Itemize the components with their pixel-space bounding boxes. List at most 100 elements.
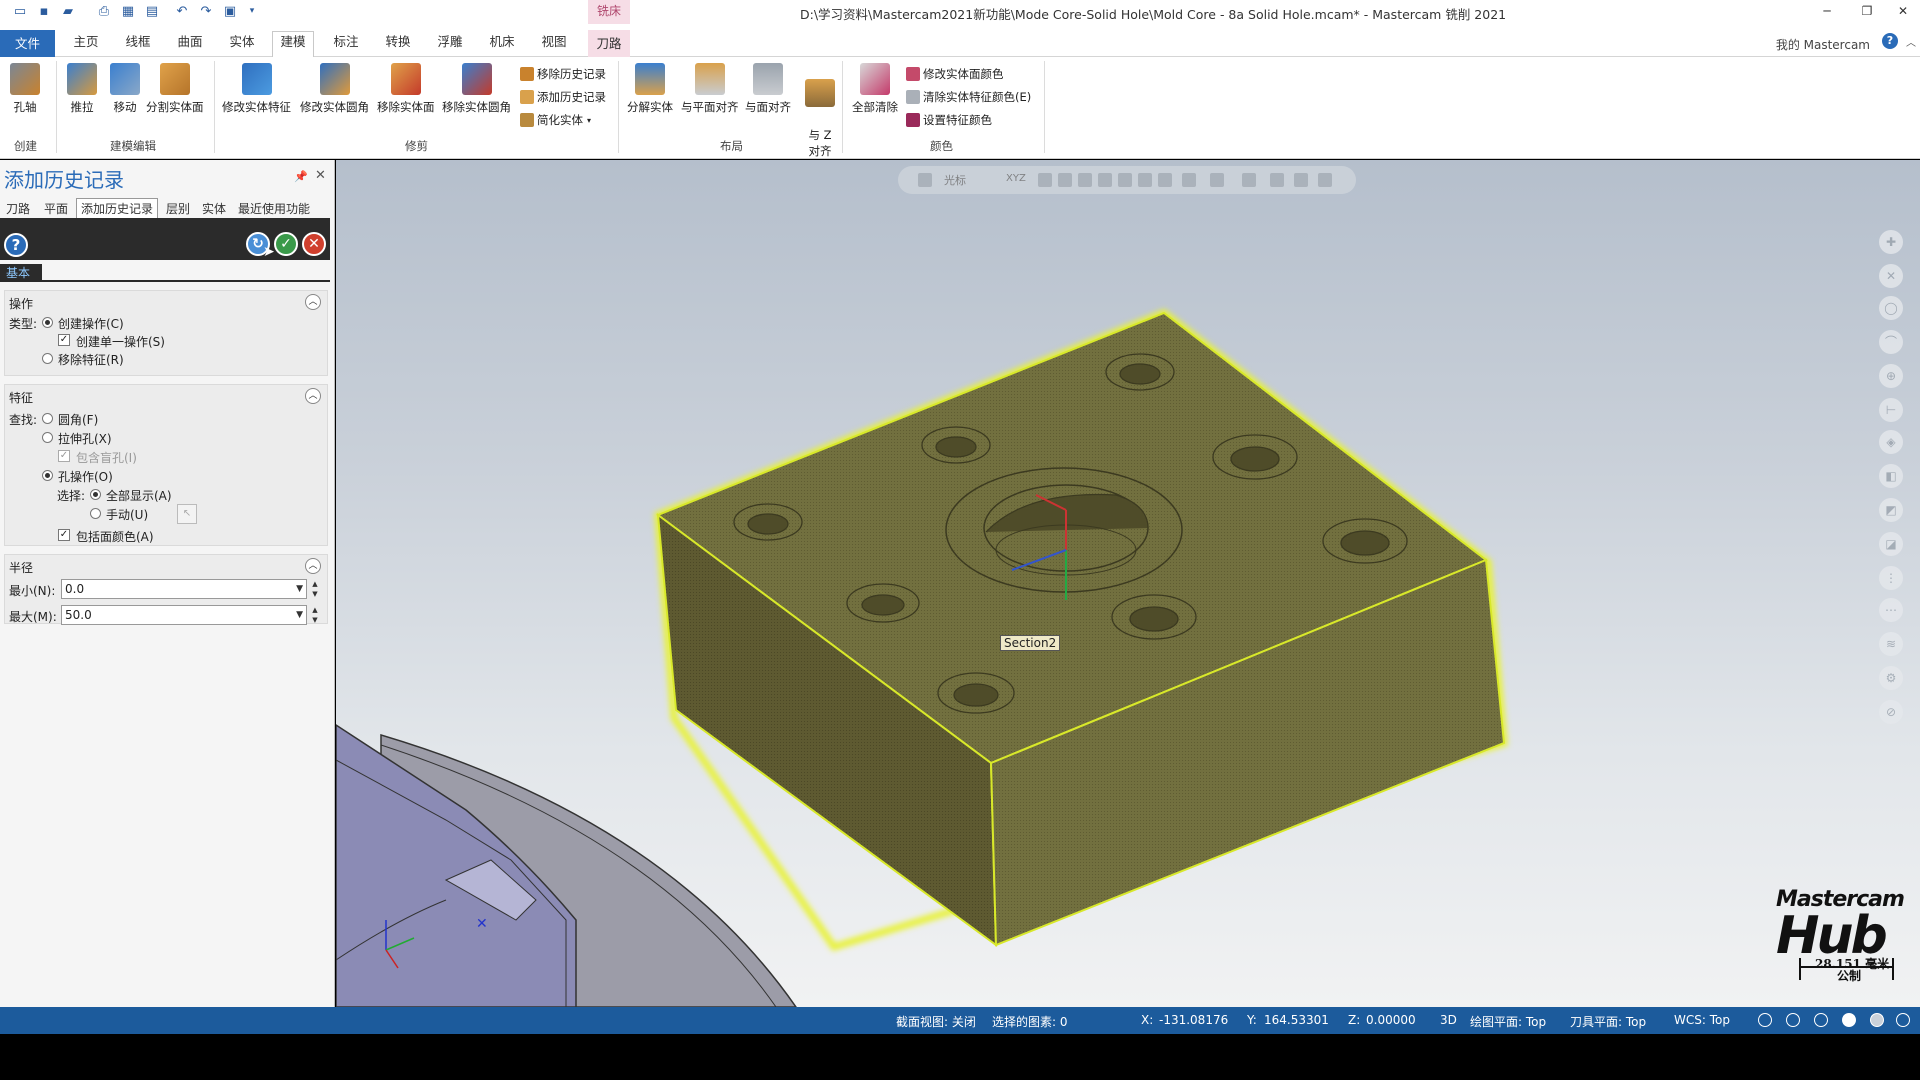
save-icon[interactable]: ▪: [36, 3, 52, 19]
tab-annotate[interactable]: 标注: [330, 32, 362, 57]
max-radius-stepper[interactable]: ▲ ▼: [309, 605, 321, 625]
add-history-button[interactable]: 添加历史记录: [520, 89, 606, 105]
select-face-icon[interactable]: [1158, 173, 1172, 187]
chevron-down-icon[interactable]: ▼: [296, 606, 303, 624]
layers-icon[interactable]: ◩: [1879, 498, 1903, 522]
wireframe-sphere-icon[interactable]: [1814, 1013, 1828, 1027]
manager-tab-toolpaths[interactable]: 刀路: [6, 200, 30, 217]
tab-wireframe[interactable]: 线框: [122, 32, 154, 57]
panel-help-icon[interactable]: ?: [4, 233, 28, 257]
show-all-radio[interactable]: [90, 489, 101, 500]
zoom-in-icon[interactable]: ✚: [1879, 230, 1903, 254]
extrude-hole-radio[interactable]: [42, 432, 53, 443]
tab-emboss[interactable]: 浮雕: [434, 32, 466, 57]
stop-icon[interactable]: ⊘: [1879, 700, 1903, 724]
print-icon[interactable]: ⎙: [96, 3, 112, 19]
pin-icon[interactable]: 📌: [294, 170, 308, 183]
remove-feature-radio[interactable]: [42, 353, 53, 364]
close-window-icon[interactable]: ✕: [1888, 2, 1918, 22]
modify-feature-button[interactable]: 修改实体特征: [222, 63, 291, 115]
manual-radio[interactable]: [90, 508, 101, 519]
tab-solids[interactable]: 实体: [226, 32, 258, 57]
dimension-icon[interactable]: ⊢: [1879, 398, 1903, 422]
select-arrow-icon[interactable]: [1058, 173, 1072, 187]
tab-toolpaths[interactable]: 刀路: [588, 30, 630, 57]
simplify-solid-button[interactable]: 简化实体 ▾: [520, 112, 591, 128]
align-face-button[interactable]: 与面对齐: [745, 63, 791, 115]
analyze-icon[interactable]: ⋯: [1879, 598, 1903, 622]
mode-3d-toggle[interactable]: 3D: [1440, 1013, 1457, 1027]
minimize-icon[interactable]: ─: [1812, 2, 1842, 22]
min-radius-stepper[interactable]: ▲ ▼: [309, 579, 321, 599]
refresh-icon[interactable]: [1294, 173, 1308, 187]
undo-view-icon[interactable]: [1318, 173, 1332, 187]
tab-home[interactable]: 主页: [70, 32, 102, 57]
cancel-icon[interactable]: ✕: [302, 232, 326, 256]
save-as-icon[interactable]: ▦: [120, 3, 136, 19]
create-op-radio[interactable]: [42, 317, 53, 328]
collapse-section-icon[interactable]: ︿: [305, 558, 321, 574]
remove-face-button[interactable]: 移除实体面: [377, 63, 435, 115]
grid-select-icon[interactable]: [1210, 173, 1224, 187]
settings-icon[interactable]: ⚙: [1879, 666, 1903, 690]
cplane-status[interactable]: 绘图平面: Top: [1470, 1013, 1546, 1030]
snap-icon[interactable]: [1038, 173, 1052, 187]
tab-model[interactable]: 建模: [272, 31, 314, 57]
view-cube-icon[interactable]: ⊕: [1879, 364, 1903, 388]
translucent-sphere-icon[interactable]: [1870, 1013, 1884, 1027]
configure-icon[interactable]: ▣: [222, 3, 238, 19]
new-file-icon[interactable]: ▭: [12, 3, 28, 19]
rotate-icon[interactable]: ◯: [1879, 296, 1903, 320]
manager-tab-levels[interactable]: 层别: [166, 200, 190, 217]
stack-icon[interactable]: ≋: [1879, 632, 1903, 656]
tab-surfaces[interactable]: 曲面: [174, 32, 206, 57]
select-chain-icon[interactable]: [1078, 173, 1092, 187]
xyz-snap[interactable]: XYZ: [1006, 173, 1026, 184]
manager-tab-recent[interactable]: 最近使用功能: [238, 200, 310, 217]
manager-tab-solids[interactable]: 实体: [202, 200, 226, 217]
clear-feature-color-button[interactable]: 清除实体特征颜色(E): [906, 89, 1031, 105]
remove-history-button[interactable]: 移除历史记录: [520, 66, 606, 82]
select-solid-icon[interactable]: [1138, 173, 1152, 187]
my-mastercam-link[interactable]: 我的 Mastercam: [1776, 36, 1870, 53]
ok-icon[interactable]: ✓: [274, 232, 298, 256]
hole-axis-button[interactable]: 孔轴: [10, 63, 40, 115]
lock-icon[interactable]: [918, 173, 932, 187]
move-button[interactable]: 移动: [110, 63, 140, 115]
open-icon[interactable]: ▰: [60, 3, 76, 19]
restore-icon[interactable]: ❐: [1852, 2, 1882, 22]
select-window-icon[interactable]: [1098, 173, 1112, 187]
model-canvas[interactable]: ✕: [336, 160, 1920, 1007]
collapse-section-icon[interactable]: ︿: [305, 294, 321, 310]
fillet-radio[interactable]: [42, 413, 53, 424]
tab-file[interactable]: 文件: [0, 30, 55, 57]
select-polygon-icon[interactable]: [1118, 173, 1132, 187]
help-icon[interactable]: ?: [1882, 33, 1898, 49]
include-blind-checkbox[interactable]: ✓: [58, 450, 70, 462]
manager-tab-add-history[interactable]: 添加历史记录: [76, 198, 159, 218]
z-coordinate[interactable]: 0.00000: [1366, 1013, 1416, 1027]
modify-face-color-button[interactable]: 修改实体面颜色: [906, 66, 1004, 82]
measure-icon[interactable]: ⋮: [1879, 566, 1903, 590]
select-body-icon[interactable]: [1182, 173, 1196, 187]
color-icon[interactable]: ◪: [1879, 532, 1903, 556]
shaded-sphere-icon[interactable]: [1842, 1013, 1856, 1027]
manager-tab-planes[interactable]: 平面: [44, 200, 68, 217]
select-entity-icon[interactable]: ↖: [177, 504, 197, 524]
push-pull-button[interactable]: 推拉: [67, 63, 97, 115]
tab-transform[interactable]: 转换: [382, 32, 414, 57]
collapse-section-icon[interactable]: ︿: [305, 388, 321, 404]
disassemble-button[interactable]: 分解实体: [627, 63, 673, 115]
wireframe-icon[interactable]: ◧: [1879, 464, 1903, 488]
material-sphere-icon[interactable]: [1896, 1013, 1910, 1027]
cursor-dropdown[interactable]: 光标: [944, 172, 966, 188]
hole-op-radio[interactable]: [42, 470, 53, 481]
graphics-viewport[interactable]: ✕ 光标 XYZ Section2 ✚ ✕ ◯ ⌒ ⊕ ⊢ ◈ ◧ ◩ ◪ ⋮ …: [336, 160, 1920, 1007]
verify-icon[interactable]: [1242, 173, 1256, 187]
globe-grid-icon[interactable]: [1786, 1013, 1800, 1027]
transform-icon[interactable]: [1270, 173, 1284, 187]
tab-machine[interactable]: 机床: [486, 32, 518, 57]
remove-fillet-button[interactable]: 移除实体圆角: [442, 63, 511, 115]
modify-fillet-button[interactable]: 修改实体圆角: [300, 63, 369, 115]
tplane-status[interactable]: 刀具平面: Top: [1570, 1013, 1646, 1030]
